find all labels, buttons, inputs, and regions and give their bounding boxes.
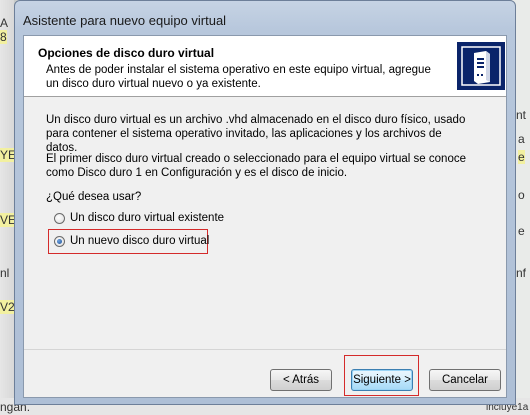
radio-new-disk[interactable]: Un nuevo disco duro virtual bbox=[54, 231, 209, 251]
background-text: e bbox=[518, 224, 525, 238]
radio-button-selected[interactable] bbox=[54, 235, 65, 247]
server-tower-icon bbox=[457, 42, 505, 90]
background-page-left bbox=[0, 0, 14, 415]
background-text: nt bbox=[516, 108, 527, 122]
background-text: A bbox=[0, 16, 9, 30]
background-text: a bbox=[518, 132, 525, 146]
wizard-client-area: Opciones de disco duro virtual Antes de … bbox=[23, 35, 507, 398]
cancel-button[interactable]: Cancelar bbox=[429, 369, 501, 391]
title-bar[interactable]: Asistente para nuevo equipo virtual bbox=[15, 1, 515, 35]
info-paragraph: Un disco duro virtual es un archivo .vhd… bbox=[46, 114, 466, 154]
info-paragraph: El primer disco duro virtual creado o se… bbox=[46, 153, 466, 179]
background-text: nl bbox=[0, 266, 10, 280]
question-label: ¿Qué desea usar? bbox=[46, 191, 142, 203]
wizard-footer: < Atrás Siguiente > Cancelar bbox=[24, 349, 506, 399]
background-text: V2 bbox=[0, 300, 15, 314]
wizard-header: Opciones de disco duro virtual Antes de … bbox=[24, 36, 506, 97]
next-button[interactable]: Siguiente > bbox=[351, 369, 413, 391]
background-text: e bbox=[518, 150, 525, 164]
radio-button[interactable] bbox=[54, 212, 65, 224]
radio-label[interactable]: Un disco duro virtual existente bbox=[70, 212, 224, 224]
background-text: 8 bbox=[0, 30, 7, 44]
background-text: nf bbox=[516, 266, 527, 280]
page-title: Opciones de disco duro virtual bbox=[38, 46, 215, 60]
window-title: Asistente para nuevo equipo virtual bbox=[23, 13, 227, 28]
radio-existing-disk[interactable]: Un disco duro virtual existente bbox=[54, 208, 224, 228]
back-button[interactable]: < Atrás bbox=[270, 369, 332, 391]
radio-label[interactable]: Un nuevo disco duro virtual bbox=[70, 235, 209, 247]
wizard-window: Asistente para nuevo equipo virtual Opci… bbox=[14, 0, 516, 405]
background-text: o bbox=[518, 188, 525, 202]
page-description: Antes de poder instalar el sistema opera… bbox=[46, 64, 431, 90]
